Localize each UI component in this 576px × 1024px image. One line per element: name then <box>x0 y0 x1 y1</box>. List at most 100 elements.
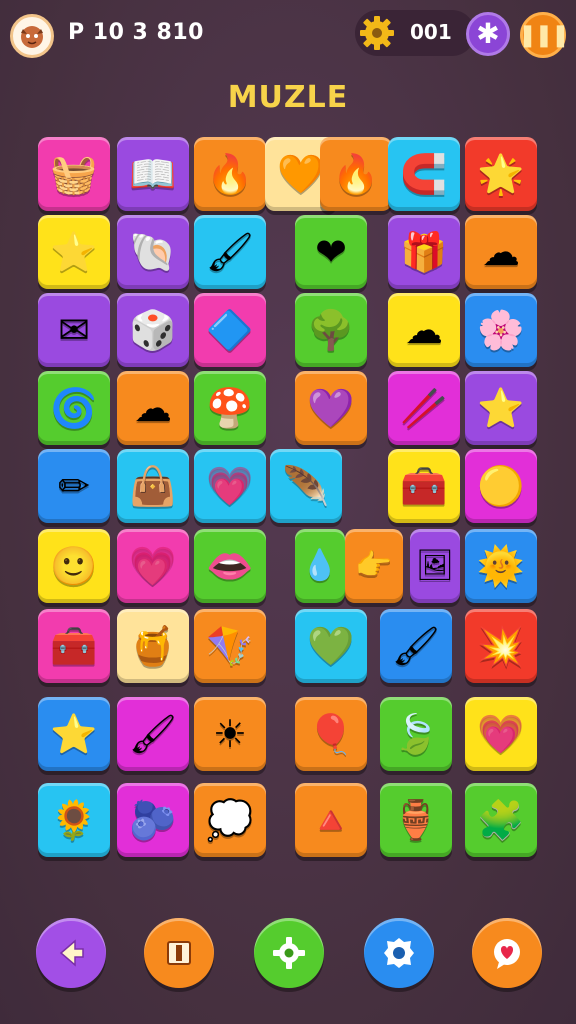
game-tile[interactable]: 🏺 <box>380 783 452 857</box>
feather-icon: 🪶 <box>282 464 330 508</box>
game-tile[interactable]: 💧 <box>295 529 345 603</box>
game-tile[interactable]: 🔺 <box>295 783 367 857</box>
game-tile[interactable]: 🌸 <box>465 293 537 367</box>
game-tile[interactable]: 🖌 <box>194 215 266 289</box>
game-tile[interactable]: 💜 <box>295 371 367 445</box>
coin-count: 001 <box>410 20 452 44</box>
game-tile[interactable]: 🍯 <box>117 609 189 683</box>
game-tile[interactable]: 🧰 <box>388 449 460 523</box>
bag-icon: 👜 <box>129 464 177 508</box>
bug-icon: 🫐 <box>129 798 177 842</box>
back-arrow-icon <box>59 939 84 967</box>
horseshoe-icon: 🧲 <box>400 152 448 196</box>
cloud-icon: ☁ <box>405 308 443 352</box>
flame-icon: 🔥 <box>332 152 380 196</box>
game-tile[interactable]: 🧰 <box>38 609 110 683</box>
game-tile[interactable]: 🎈 <box>295 697 367 771</box>
heart-icon: 💗 <box>477 712 525 756</box>
game-tile[interactable]: 🫐 <box>117 783 189 857</box>
game-tile[interactable]: 🪁 <box>194 609 266 683</box>
game-tile[interactable]: ☀ <box>194 697 266 771</box>
game-tile[interactable]: 👉 <box>345 529 403 603</box>
game-tile[interactable]: ⭐ <box>38 215 110 289</box>
open-book-icon: 📖 <box>129 152 177 196</box>
options-button[interactable] <box>364 918 434 988</box>
game-tile[interactable]: 🖌 <box>117 697 189 771</box>
game-tile[interactable]: 🟡 <box>465 449 537 523</box>
toolbox-icon: 🧰 <box>50 624 98 668</box>
game-tile[interactable]: ☁ <box>388 293 460 367</box>
game-tile[interactable]: 👜 <box>117 449 189 523</box>
pause-button[interactable]: ❚❚❚ <box>518 12 570 58</box>
game-tile[interactable]: 📖 <box>117 137 189 211</box>
balloon-icon: 🎈 <box>307 712 355 756</box>
mushroom-icon: 🍄 <box>206 386 254 430</box>
game-tile[interactable]: 💥 <box>465 609 537 683</box>
game-tile[interactable]: ☁ <box>117 371 189 445</box>
game-tile[interactable]: 🌳 <box>295 293 367 367</box>
game-tile[interactable]: 💚 <box>295 609 367 683</box>
starburst-icon: 💥 <box>477 624 525 668</box>
face-icon: 🙂 <box>50 544 98 588</box>
sun-star-icon: 🌟 <box>477 152 525 196</box>
pointing-hand-icon: 👉 <box>355 548 393 583</box>
game-tile[interactable]: 🐚 <box>117 215 189 289</box>
paintbrush-icon: 🖌 <box>391 624 441 668</box>
game-tile[interactable]: 🔷 <box>194 293 266 367</box>
kite-icon: 🪁 <box>206 624 254 668</box>
favorite-button[interactable] <box>472 918 542 988</box>
game-tile[interactable]: 🪶 <box>270 449 342 523</box>
game-tile[interactable]: 💭 <box>194 783 266 857</box>
cloud-icon: 💭 <box>206 798 254 842</box>
picture-icon: 🖼 <box>415 548 455 583</box>
flower-icon: 🌸 <box>477 308 525 352</box>
game-tile[interactable]: 💗 <box>117 529 189 603</box>
stop-button[interactable] <box>144 918 214 988</box>
game-tile[interactable]: 🌞 <box>465 529 537 603</box>
game-tile[interactable]: ☁ <box>465 215 537 289</box>
game-tile[interactable]: 💗 <box>194 449 266 523</box>
star-icon: ⭐ <box>50 230 98 274</box>
game-tile[interactable]: ⭐ <box>465 371 537 445</box>
game-tile[interactable]: 🙂 <box>38 529 110 603</box>
game-tile[interactable]: ⭐ <box>38 697 110 771</box>
game-tile[interactable]: 💗 <box>465 697 537 771</box>
heart-icon: 💚 <box>307 624 355 668</box>
game-tile[interactable]: ❤ <box>295 215 367 289</box>
game-tile[interactable]: 🌻 <box>38 783 110 857</box>
gear-icon[interactable] <box>356 12 398 54</box>
settings-badge-icon <box>384 938 414 968</box>
game-tile[interactable]: 🧺 <box>38 137 110 211</box>
game-tile[interactable]: 🍃 <box>380 697 452 771</box>
player-avatar[interactable] <box>10 14 54 58</box>
game-tile[interactable]: 🧲 <box>388 137 460 211</box>
back-button[interactable] <box>36 918 106 988</box>
game-tile[interactable]: 🎲 <box>117 293 189 367</box>
game-tile[interactable]: 🥢 <box>388 371 460 445</box>
game-title: MUZLE <box>227 80 349 115</box>
game-tile[interactable]: 🍄 <box>194 371 266 445</box>
game-tile[interactable]: 🔥 <box>320 137 392 211</box>
sun-icon: ☀ <box>212 712 248 756</box>
top-bar: P 10 3 810 001 ✱ ❚❚❚ <box>0 0 576 76</box>
asterisk-icon: ✱ <box>476 17 500 50</box>
game-tile[interactable]: 🎁 <box>388 215 460 289</box>
lips-icon: 👄 <box>206 544 254 588</box>
star-icon: ⭐ <box>50 712 98 756</box>
cloud-icon: ☁ <box>482 230 520 274</box>
pot-icon: 🍯 <box>129 624 177 668</box>
settings-button[interactable] <box>254 918 324 988</box>
add-button[interactable]: ✱ <box>466 12 510 56</box>
game-tile[interactable]: ✉ <box>38 293 110 367</box>
game-tile[interactable]: ✏ <box>38 449 110 523</box>
game-tile[interactable]: 🌀 <box>38 371 110 445</box>
game-tile[interactable]: 🧩 <box>465 783 537 857</box>
game-tile[interactable]: 🔥 <box>194 137 266 211</box>
heart-icon: 💗 <box>206 464 254 508</box>
cone-icon: 🔺 <box>307 798 355 842</box>
game-tile[interactable]: 🖼 <box>410 529 460 603</box>
game-tile[interactable]: 🌟 <box>465 137 537 211</box>
game-tile[interactable]: 👄 <box>194 529 266 603</box>
game-tile[interactable]: 🖌 <box>380 609 452 683</box>
flame-heart-icon: 🔥 <box>206 152 254 196</box>
